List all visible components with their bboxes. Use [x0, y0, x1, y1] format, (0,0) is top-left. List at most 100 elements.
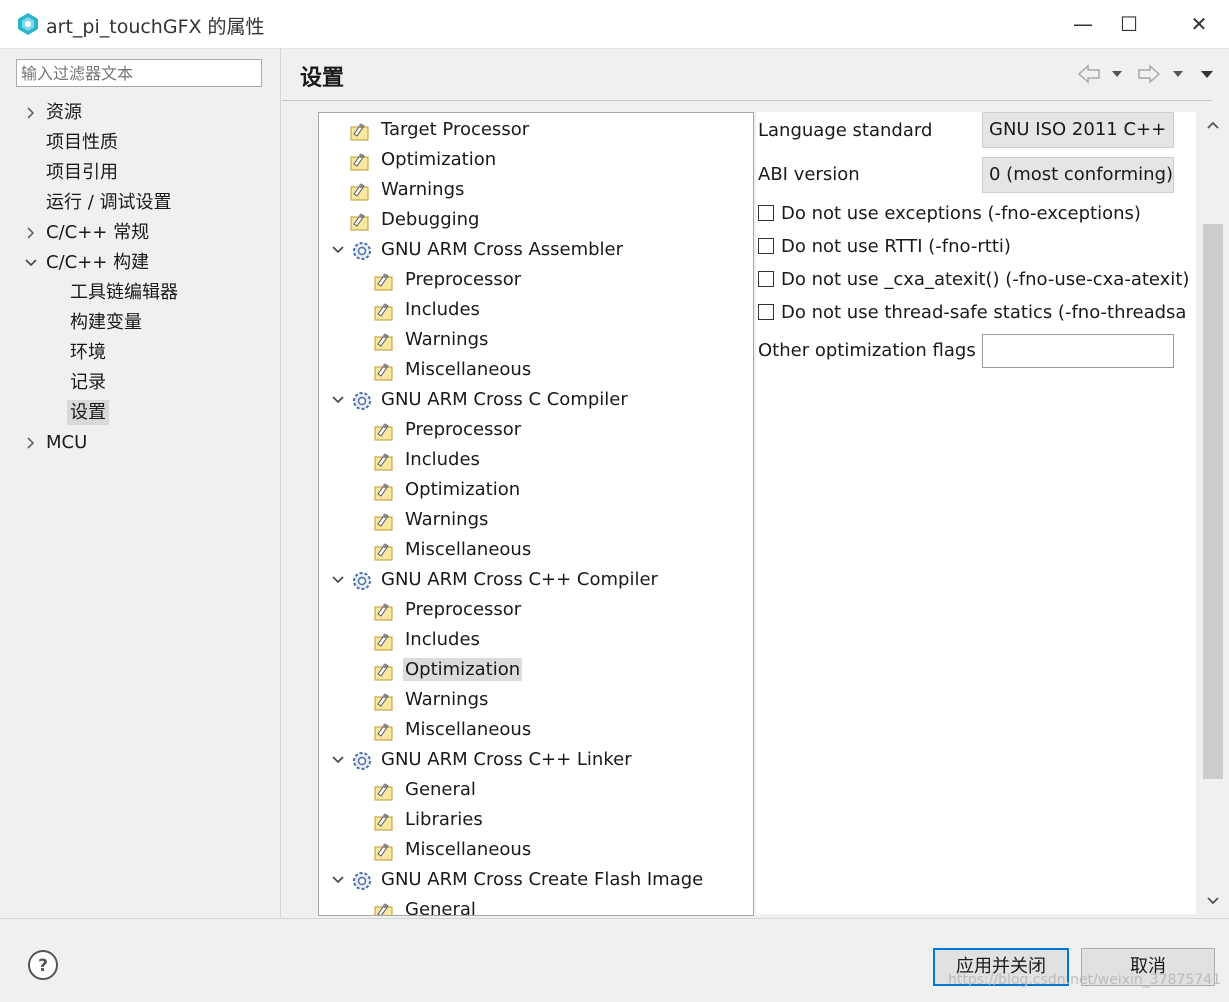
- sidebar-item-run-debug-settings[interactable]: 运行 / 调试设置: [46, 188, 172, 218]
- forward-arrow-icon[interactable]: [1138, 64, 1160, 84]
- view-menu-icon[interactable]: [1200, 70, 1214, 79]
- sidebar-item-mcu[interactable]: MCU: [24, 428, 87, 458]
- sidebar-item-label: C/C++ 构建: [46, 252, 150, 273]
- options-page-icon: [374, 513, 393, 531]
- scroll-down-icon[interactable]: [1206, 894, 1220, 908]
- options-page-icon: [374, 303, 393, 321]
- tree-item-optimization-selected[interactable]: Optimization: [373, 655, 523, 685]
- tree-item-preprocessor[interactable]: Preprocessor: [373, 415, 523, 445]
- help-icon[interactable]: ?: [27, 949, 59, 981]
- tree-item-label: Optimization: [405, 479, 521, 500]
- tree-item-warnings[interactable]: Warnings: [349, 175, 466, 205]
- chevron-down-icon[interactable]: [331, 873, 345, 887]
- sidebar-item-label: 资源: [46, 102, 82, 123]
- options-page-icon: [374, 663, 393, 681]
- tree-item-label: Includes: [405, 449, 480, 470]
- tree-item-miscellaneous[interactable]: Miscellaneous: [373, 535, 533, 565]
- tree-item-preprocessor[interactable]: Preprocessor: [373, 265, 523, 295]
- vertical-scrollbar[interactable]: [1200, 112, 1226, 914]
- tree-item-label: Target Processor: [381, 119, 530, 140]
- chevron-down-icon[interactable]: [331, 393, 345, 407]
- tree-item-general[interactable]: General: [373, 895, 478, 916]
- scroll-up-icon[interactable]: [1206, 118, 1220, 132]
- forward-dropdown-icon[interactable]: [1172, 70, 1184, 78]
- back-arrow-icon[interactable]: [1078, 64, 1100, 84]
- no-rtti-option[interactable]: Do not use RTTI (-fno-rtti): [758, 234, 1011, 260]
- sidebar-item-logging[interactable]: 记录: [70, 368, 106, 398]
- tree-item-preprocessor[interactable]: Preprocessor: [373, 595, 523, 625]
- chevron-down-icon[interactable]: [24, 256, 38, 270]
- options-page-icon: [374, 813, 393, 831]
- sidebar-item-label: 项目引用: [46, 162, 118, 183]
- sidebar-item-build-variables[interactable]: 构建变量: [70, 308, 142, 338]
- tool-gear-icon: [353, 752, 371, 770]
- no-cxa-atexit-option[interactable]: Do not use _cxa_atexit() (-fno-use-cxa-a…: [758, 267, 1189, 293]
- tree-item-label: Includes: [405, 629, 480, 650]
- no-cxa-atexit-checkbox[interactable]: [758, 271, 774, 287]
- tree-tool-flash-image[interactable]: GNU ARM Cross Create Flash Image: [329, 865, 705, 895]
- tree-item-label: Preprocessor: [405, 269, 522, 290]
- chevron-right-icon[interactable]: [24, 106, 38, 120]
- sidebar-item-resources[interactable]: 资源: [24, 98, 82, 128]
- tree-item-libraries[interactable]: Libraries: [373, 805, 485, 835]
- tree-tool-assembler[interactable]: GNU ARM Cross Assembler: [329, 235, 625, 265]
- chevron-right-icon[interactable]: [24, 226, 38, 240]
- tree-item-debugging[interactable]: Debugging: [349, 205, 481, 235]
- no-threadsafe-statics-checkbox[interactable]: [758, 304, 774, 320]
- scrollbar-thumb[interactable]: [1203, 224, 1223, 779]
- minimize-button[interactable]: —: [1066, 9, 1100, 39]
- filter-input[interactable]: [16, 59, 262, 87]
- chevron-down-icon[interactable]: [331, 753, 345, 767]
- tool-gear-icon: [353, 242, 371, 260]
- tree-tool-cpp-linker[interactable]: GNU ARM Cross C++ Linker: [329, 745, 634, 775]
- chevron-down-icon[interactable]: [331, 243, 345, 257]
- tree-item-general[interactable]: General: [373, 775, 478, 805]
- chevron-down-icon[interactable]: [331, 573, 345, 587]
- sidebar-item-cpp-build[interactable]: C/C++ 构建: [24, 248, 149, 278]
- tree-item-label: GNU ARM Cross C Compiler: [381, 389, 628, 410]
- language-standard-select[interactable]: GNU ISO 2011 C++ (: [982, 112, 1174, 148]
- tree-item-miscellaneous[interactable]: Miscellaneous: [373, 355, 533, 385]
- tree-item-target-processor[interactable]: Target Processor: [349, 115, 531, 145]
- options-page-icon: [374, 453, 393, 471]
- tree-item-includes[interactable]: Includes: [373, 445, 482, 475]
- sidebar-item-project-references[interactable]: 项目引用: [46, 158, 118, 188]
- tree-item-miscellaneous[interactable]: Miscellaneous: [373, 835, 533, 865]
- sidebar-item-cpp-general[interactable]: C/C++ 常规: [24, 218, 149, 248]
- tree-tool-cpp-compiler[interactable]: GNU ARM Cross C++ Compiler: [329, 565, 660, 595]
- other-optimization-flags-input[interactable]: [982, 334, 1174, 368]
- language-standard-label: Language standard: [758, 120, 933, 141]
- sidebar-item-project-natures[interactable]: 项目性质: [46, 128, 118, 158]
- sidebar-divider[interactable]: [280, 48, 281, 918]
- tree-item-optimization[interactable]: Optimization: [349, 145, 498, 175]
- no-exceptions-checkbox[interactable]: [758, 205, 774, 221]
- options-page-icon: [374, 903, 393, 915]
- chevron-right-icon[interactable]: [24, 436, 38, 450]
- tree-tool-c-compiler[interactable]: GNU ARM Cross C Compiler: [329, 385, 630, 415]
- close-button[interactable]: ✕: [1182, 9, 1216, 39]
- tree-item-includes[interactable]: Includes: [373, 625, 482, 655]
- no-threadsafe-statics-option[interactable]: Do not use thread-safe statics (-fno-thr…: [758, 300, 1186, 326]
- options-page-icon: [350, 183, 369, 201]
- no-rtti-checkbox[interactable]: [758, 238, 774, 254]
- tree-item-label: Miscellaneous: [405, 719, 532, 740]
- no-exceptions-option[interactable]: Do not use exceptions (-fno-exceptions): [758, 201, 1141, 227]
- tree-item-includes[interactable]: Includes: [373, 295, 482, 325]
- sidebar-item-label: 记录: [70, 372, 106, 393]
- tree-item-label: Debugging: [381, 209, 480, 230]
- sidebar-item-environment[interactable]: 环境: [70, 338, 106, 368]
- tree-item-label: General: [405, 899, 476, 916]
- tree-item-label: GNU ARM Cross C++ Compiler: [381, 569, 658, 590]
- tree-item-optimization[interactable]: Optimization: [373, 475, 522, 505]
- tree-item-warnings[interactable]: Warnings: [373, 325, 490, 355]
- tree-item-warnings[interactable]: Warnings: [373, 505, 490, 535]
- tree-item-miscellaneous[interactable]: Miscellaneous: [373, 715, 533, 745]
- sidebar-item-toolchain-editor[interactable]: 工具链编辑器: [70, 278, 178, 308]
- sidebar-item-settings[interactable]: 设置: [67, 398, 109, 428]
- maximize-button[interactable]: ☐: [1112, 9, 1146, 39]
- tree-item-label: Optimization: [381, 149, 497, 170]
- tree-item-warnings[interactable]: Warnings: [373, 685, 490, 715]
- tree-item-label: Warnings: [381, 179, 465, 200]
- abi-version-select[interactable]: 0 (most conforming): [982, 157, 1174, 193]
- back-dropdown-icon[interactable]: [1111, 70, 1123, 78]
